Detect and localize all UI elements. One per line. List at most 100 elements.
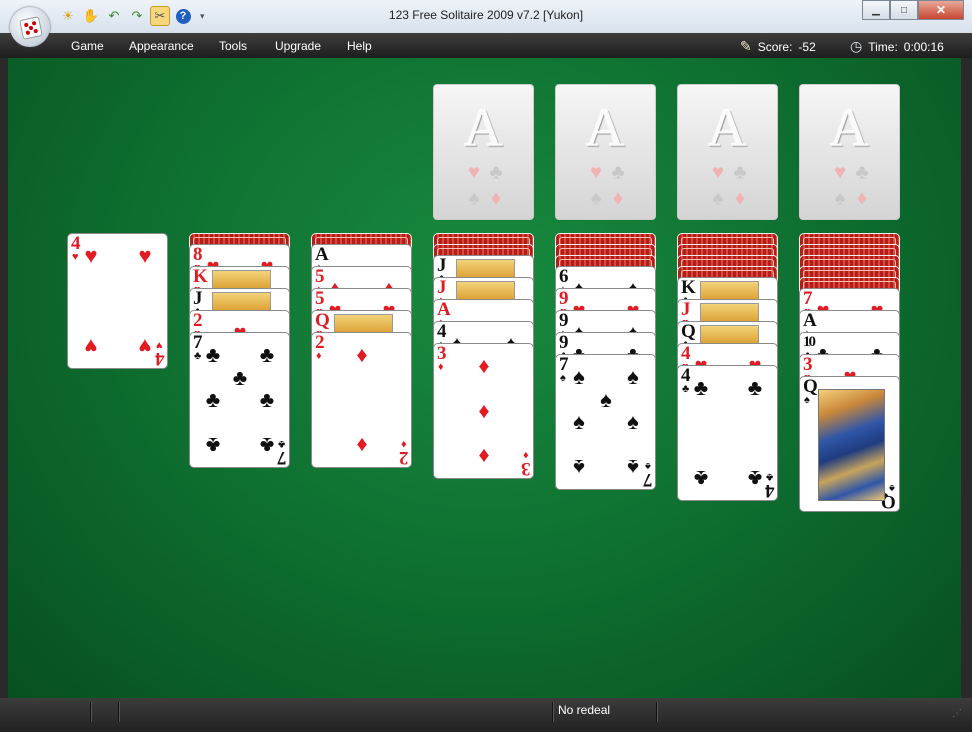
card-pip-icon: ♦ [478, 444, 490, 469]
score-value: -52 [798, 39, 816, 54]
foundation-suit-icon: ♥ [834, 161, 846, 184]
foundation-ace-label: A [708, 98, 747, 158]
card-pip-icon: ♣ [259, 387, 275, 412]
window-title: 123 Free Solitaire 2009 v7.2 [Yukon] [388, 8, 584, 22]
card-pip-icon: ♠ [627, 409, 639, 434]
foundation-suit-icon: ♦ [734, 187, 746, 210]
minimize-button[interactable]: ▁ [862, 0, 890, 20]
scorecard-icon: ✎ [740, 38, 752, 54]
card-pip-icon: ♣ [205, 387, 221, 412]
card-pip-icon: ♠ [627, 364, 639, 389]
status-separator [656, 702, 658, 722]
card-suit-icon: ♠ [804, 394, 810, 406]
menu-upgrade[interactable]: Upgrade [275, 39, 321, 53]
dice-icon [19, 16, 43, 40]
card-pip-icon: ♦ [356, 433, 368, 458]
status-separator [90, 702, 92, 722]
foundation-suit-icon: ♠ [590, 187, 602, 210]
card-pip-icon: ♥ [138, 334, 152, 359]
status-bar: No redeal ⋰ [0, 698, 972, 732]
app-menu-button[interactable] [10, 7, 50, 47]
card-pip-icon: ♥ [138, 243, 152, 268]
card-rank-corner: 4 [764, 480, 775, 501]
foundation-suit-icon: ♦ [612, 187, 624, 210]
time-label: Time: [868, 39, 898, 54]
foundation-suit-icon: ♣ [855, 161, 869, 184]
card-suit-corner-icon: ♠ [645, 460, 651, 472]
card-pip-icon: ♣ [205, 433, 221, 458]
card-pip-icon: ♦ [478, 353, 490, 378]
card-pip-icon: ♥ [84, 334, 98, 359]
playing-card[interactable]: 3 ♦ 3 ♦ ♦ ♦ ♦ [433, 343, 534, 479]
time-value: 0:00:16 [903, 39, 944, 54]
card-pip-icon: ♥ [84, 243, 98, 268]
card-suit-corner-icon: ♥ [156, 339, 163, 351]
playing-card[interactable]: 4 ♥ 4 ♥ ♥ ♥ ♥ ♥ [67, 233, 168, 369]
foundation-ace-label: A [586, 98, 625, 158]
playing-card[interactable]: 7 ♠ 7 ♠ ♠ ♠ ♠ ♠ ♠ ♠ ♠ [555, 354, 656, 490]
playing-card[interactable]: 7 ♣ 7 ♣ ♣ ♣ ♣ ♣ ♣ ♣ ♣ [189, 332, 290, 468]
playing-card[interactable]: 2 ♦ 2 ♦ ♦ ♦ [311, 332, 412, 468]
score-display: ✎ Score: -52 [740, 38, 816, 55]
card-pip-icon: ♣ [259, 433, 275, 458]
card-suit-corner-icon: ♠ [889, 482, 895, 494]
title-bar: ☀ ✋ ↶ ↷ ✂? ▾ 123 Free Solitaire 2009 v7.2 [Yu… [0, 0, 972, 34]
minimize-icon: ▁ [872, 4, 880, 16]
playing-card[interactable]: 4 ♣ 4 ♣ ♣ ♣ ♣ ♣ [677, 365, 778, 501]
menu-help[interactable]: Help [347, 39, 372, 53]
foundation-pile[interactable]: A ♥ ♣ ♠ ♦ [433, 84, 534, 220]
clock-icon: ◷ [850, 38, 863, 54]
close-button[interactable]: ✕ [918, 0, 964, 20]
card-pip-icon: ♣ [205, 342, 221, 367]
court-figure [818, 389, 885, 501]
foundation-suit-icon: ♥ [468, 161, 480, 184]
card-rank-corner: 4 [154, 348, 165, 369]
card-suit-icon: ♦ [316, 350, 322, 362]
card-pip-icon: ♣ [232, 365, 248, 390]
foundation-ace-label: A [464, 98, 503, 158]
status-separator [552, 702, 554, 722]
menu-tools[interactable]: Tools [219, 39, 247, 53]
card-suit-icon: ♦ [438, 361, 444, 373]
menu-appearance[interactable]: Appearance [129, 39, 194, 53]
menu-game[interactable]: Game [71, 39, 104, 53]
foundation-pile[interactable]: A ♥ ♣ ♠ ♦ [555, 84, 656, 220]
card-suit-corner-icon: ♣ [277, 438, 285, 450]
card-pip-icon: ♦ [356, 342, 368, 367]
card-pip-icon: ♦ [478, 398, 490, 423]
card-pip-icon: ♣ [693, 466, 709, 491]
game-table: A♥♣♠♦A♥♣♠♦A♥♣♠♦A♥♣♠♦4♥4♥♥♥♥♥8♥♥♥K♥J♣2♥♥7… [8, 58, 961, 698]
foundation-suit-icon: ♠ [468, 187, 480, 210]
card-suit-icon: ♠ [560, 372, 566, 384]
status-separator [118, 702, 120, 722]
card-suit-corner-icon: ♦ [401, 438, 407, 450]
foundation-pile[interactable]: A ♥ ♣ ♠ ♦ [799, 84, 900, 220]
foundation-pile[interactable]: A ♥ ♣ ♠ ♦ [677, 84, 778, 220]
card-pip-icon: ♠ [627, 455, 639, 480]
card-rank-corner: 3 [520, 458, 531, 479]
foundation-suit-icon: ♦ [490, 187, 502, 210]
foundation-ace-label: A [830, 98, 869, 158]
card-rank-corner: 7 [642, 469, 653, 490]
redeal-status: No redeal [558, 703, 611, 717]
card-pip-icon: ♣ [747, 466, 763, 491]
window-controls: ▁ □ ✕ [862, 0, 964, 20]
close-icon: ✕ [935, 3, 947, 17]
foundation-suit-icon: ♣ [733, 161, 747, 184]
playing-card[interactable]: Q ♠ Q ♠ [799, 376, 900, 512]
app-window: ☀ ✋ ↶ ↷ ✂? ▾ 123 Free Solitaire 2009 v7.2 [Yu… [0, 0, 972, 732]
card-pip-icon: ♠ [573, 455, 585, 480]
card-rank-corner: 7 [276, 447, 287, 468]
card-pip-icon: ♠ [600, 387, 612, 412]
card-pip-icon: ♠ [573, 364, 585, 389]
foundation-suit-icon: ♥ [590, 161, 602, 184]
maximize-button[interactable]: □ [890, 0, 918, 20]
time-display: ◷ Time: 0:00:16 [850, 38, 944, 55]
score-label: Score: [757, 39, 793, 54]
foundation-suit-icon: ♣ [489, 161, 503, 184]
menu-bar: Game Appearance Tools Upgrade Help ✎ Sco… [0, 33, 972, 58]
foundation-suit-icon: ♠ [834, 187, 846, 210]
card-rank-corner: 2 [398, 447, 409, 468]
resize-grip-icon[interactable]: ⋰ [952, 708, 962, 719]
card-pip-icon: ♣ [693, 375, 709, 400]
